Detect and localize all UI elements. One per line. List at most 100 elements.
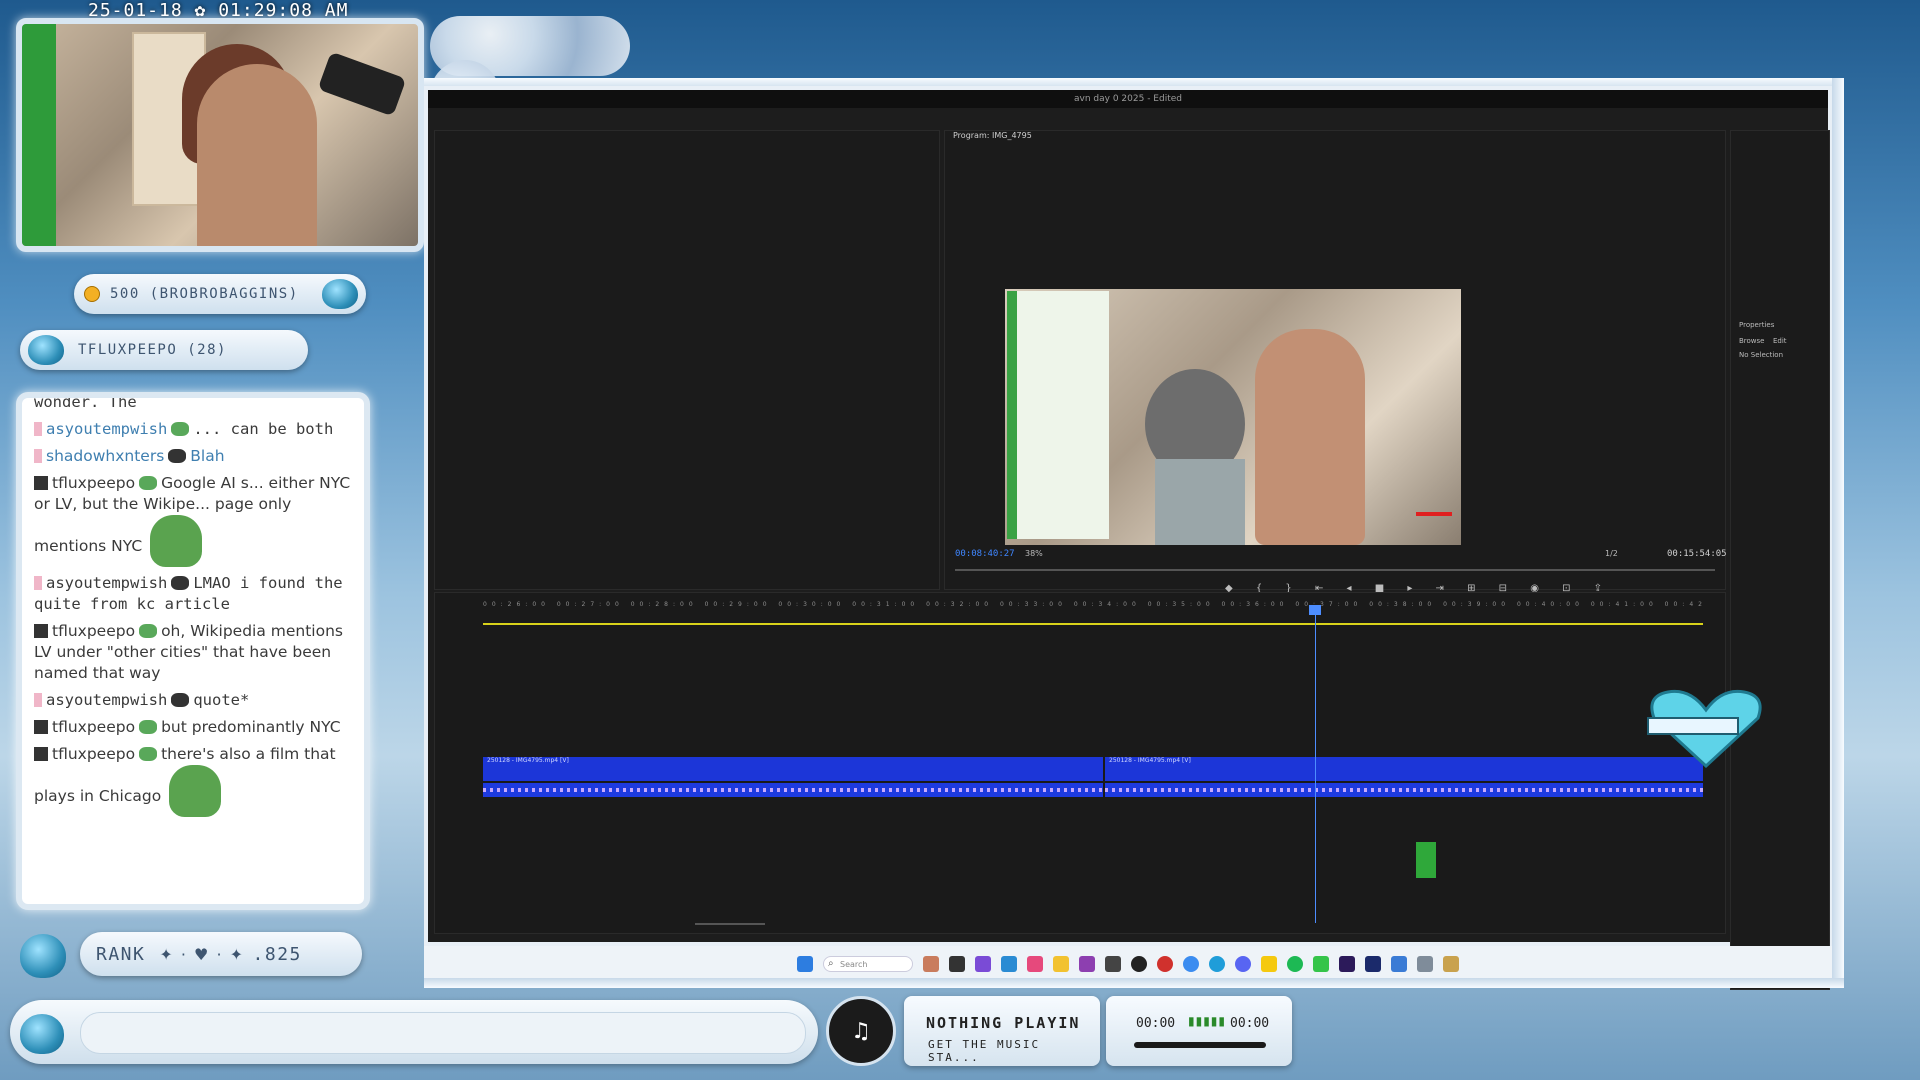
- program-label[interactable]: Program: IMG_4795: [953, 131, 1032, 140]
- discord-icon[interactable]: [1235, 956, 1251, 972]
- user-badge: [34, 449, 42, 463]
- chat-username: shadowhxnters: [46, 447, 165, 465]
- timeline-panel[interactable]: 00:26:00 00:27:00 00:28:00 00:29:00 00:3…: [434, 592, 1726, 934]
- window-frame-right: [1832, 78, 1844, 982]
- video-person: [1255, 329, 1365, 545]
- app-icon[interactable]: [949, 956, 965, 972]
- chrome-icon[interactable]: [1183, 956, 1199, 972]
- chat-message: asyoutempwish quote*: [34, 690, 364, 711]
- webcam-microphone: [317, 51, 407, 117]
- user-badge: [34, 422, 42, 436]
- audio-meter: [1404, 512, 1454, 912]
- obs-icon[interactable]: [1131, 956, 1147, 972]
- chat-username: tfluxpeepo: [52, 718, 136, 736]
- app-icon[interactable]: [1391, 956, 1407, 972]
- rank-label: RANK: [96, 943, 146, 965]
- app-icon[interactable]: [1157, 956, 1173, 972]
- premiere-window: avn day 0 2025 - Edited Program: IMG_479…: [424, 86, 1832, 990]
- user-badge: [34, 720, 48, 734]
- chat-username: asyoutempwish: [46, 574, 168, 592]
- chat-message: asyoutempwish LMAO i found the quite from…: [34, 573, 364, 615]
- app-icon[interactable]: [1001, 956, 1017, 972]
- app-icon[interactable]: [1313, 956, 1329, 972]
- chat-username: tfluxpeepo: [52, 474, 136, 492]
- app-icon[interactable]: [1027, 956, 1043, 972]
- tab-browse[interactable]: Browse: [1739, 337, 1765, 345]
- clip-label: 250128 - IMG4795.mp4 [V]: [487, 757, 569, 764]
- chat-message: tfluxpeepo Google AI s... either NYC or L…: [34, 473, 364, 567]
- app-icon[interactable]: [1105, 956, 1121, 972]
- audio-clip[interactable]: [483, 783, 1103, 797]
- meter-peak: [1416, 512, 1452, 516]
- timeline-ruler[interactable]: 00:26:00 00:27:00 00:28:00 00:29:00 00:3…: [483, 601, 1703, 615]
- source-panel: [434, 130, 940, 590]
- playhead-handle[interactable]: [1309, 605, 1321, 615]
- meter-level: [1416, 842, 1436, 878]
- folder-icon[interactable]: [1053, 956, 1069, 972]
- timeline-zoom-scrollbar[interactable]: [695, 923, 765, 925]
- app-icon[interactable]: [1417, 956, 1433, 972]
- now-playing-title: NOTHING PLAYIN: [926, 1014, 1081, 1032]
- tab-edit[interactable]: Edit: [1773, 337, 1787, 345]
- pepe-emote-icon: [169, 765, 222, 817]
- app-icon[interactable]: [1365, 956, 1381, 972]
- app-icon[interactable]: [1261, 956, 1277, 972]
- video-trash-can: [1155, 459, 1245, 545]
- chat-message: asyoutempwish ... can be both: [34, 419, 364, 440]
- work-area-bar[interactable]: [483, 623, 1703, 625]
- emote-icon: [171, 693, 190, 707]
- chat-message: wonder. The: [34, 398, 364, 413]
- emote-icon: [168, 449, 187, 463]
- video-clip[interactable]: 250128 - IMG4795.mp4 [V]: [483, 757, 1103, 781]
- app-icon[interactable]: [1443, 956, 1459, 972]
- premiere-icon[interactable]: [1339, 956, 1355, 972]
- zoom-select[interactable]: 38%: [1025, 549, 1043, 558]
- video-chat-overlay: [1007, 291, 1109, 539]
- gem-icon: [322, 279, 358, 309]
- rank-pill: RANK ✦ · ♥ · ✦ .825: [80, 932, 362, 976]
- user-badge: [34, 693, 42, 707]
- gem-icon: [20, 1014, 64, 1054]
- now-playing-card: NOTHING PLAYIN GET THE MUSIC STA...: [904, 996, 1100, 1066]
- chat-message: tfluxpeepo there's also a film that plays…: [34, 744, 364, 817]
- resolution-select[interactable]: 1/2: [1605, 549, 1618, 558]
- chat-message: tfluxpeepo oh, Wikipedia mentions LV unde…: [34, 621, 364, 684]
- webcam-curtain: [22, 24, 56, 246]
- properties-title: Properties: [1739, 321, 1775, 329]
- message-text: ... can be both: [193, 420, 334, 438]
- music-progress-bar: [1134, 1042, 1266, 1048]
- program-timecode[interactable]: 00:08:40:27: [955, 549, 1015, 559]
- app-icon[interactable]: [975, 956, 991, 972]
- program-video-frame[interactable]: [1005, 289, 1461, 545]
- app-icon[interactable]: [1079, 956, 1095, 972]
- start-icon[interactable]: [797, 956, 813, 972]
- spotify-icon[interactable]: [1287, 956, 1303, 972]
- app-icon[interactable]: [923, 956, 939, 972]
- window-frame-bottom: [424, 978, 1844, 988]
- rank-value: .825: [252, 943, 302, 965]
- gem-icon: [28, 335, 64, 365]
- now-playing-subtitle: GET THE MUSIC STA...: [928, 1038, 1041, 1064]
- webcam-feed: [16, 18, 424, 252]
- program-monitor: Program: IMG_4795 00:08:40:27 38% 1/2 00…: [944, 130, 1727, 594]
- chat-username: tfluxpeepo: [52, 745, 136, 763]
- message-text: quote*: [193, 691, 250, 709]
- user-badge: [34, 624, 48, 638]
- pepe-emote-icon: [150, 515, 203, 567]
- no-selection-label: No Selection: [1739, 351, 1784, 359]
- playhead[interactable]: [1315, 605, 1316, 923]
- message-input[interactable]: [80, 1012, 806, 1054]
- chat-username: tfluxpeepo: [52, 622, 136, 640]
- taskbar-search[interactable]: Search: [823, 956, 913, 972]
- emote-icon: [171, 422, 190, 436]
- coin-icon: [84, 286, 100, 302]
- equalizer-icon: ▮▮▮▮▮: [1188, 1014, 1227, 1028]
- alert-pill-bits: 500 (BROBROBAGGINS): [74, 274, 366, 314]
- music-time-end: 00:00: [1230, 1016, 1270, 1031]
- program-scrubber[interactable]: [955, 569, 1715, 571]
- app-icon[interactable]: [1209, 956, 1225, 972]
- properties-panel: Properties Browse Edit No Selection: [1730, 130, 1830, 990]
- emote-icon: [139, 476, 158, 490]
- music-time-start: 00:00: [1136, 1016, 1176, 1031]
- message-text: but predominantly NYC: [161, 718, 341, 736]
